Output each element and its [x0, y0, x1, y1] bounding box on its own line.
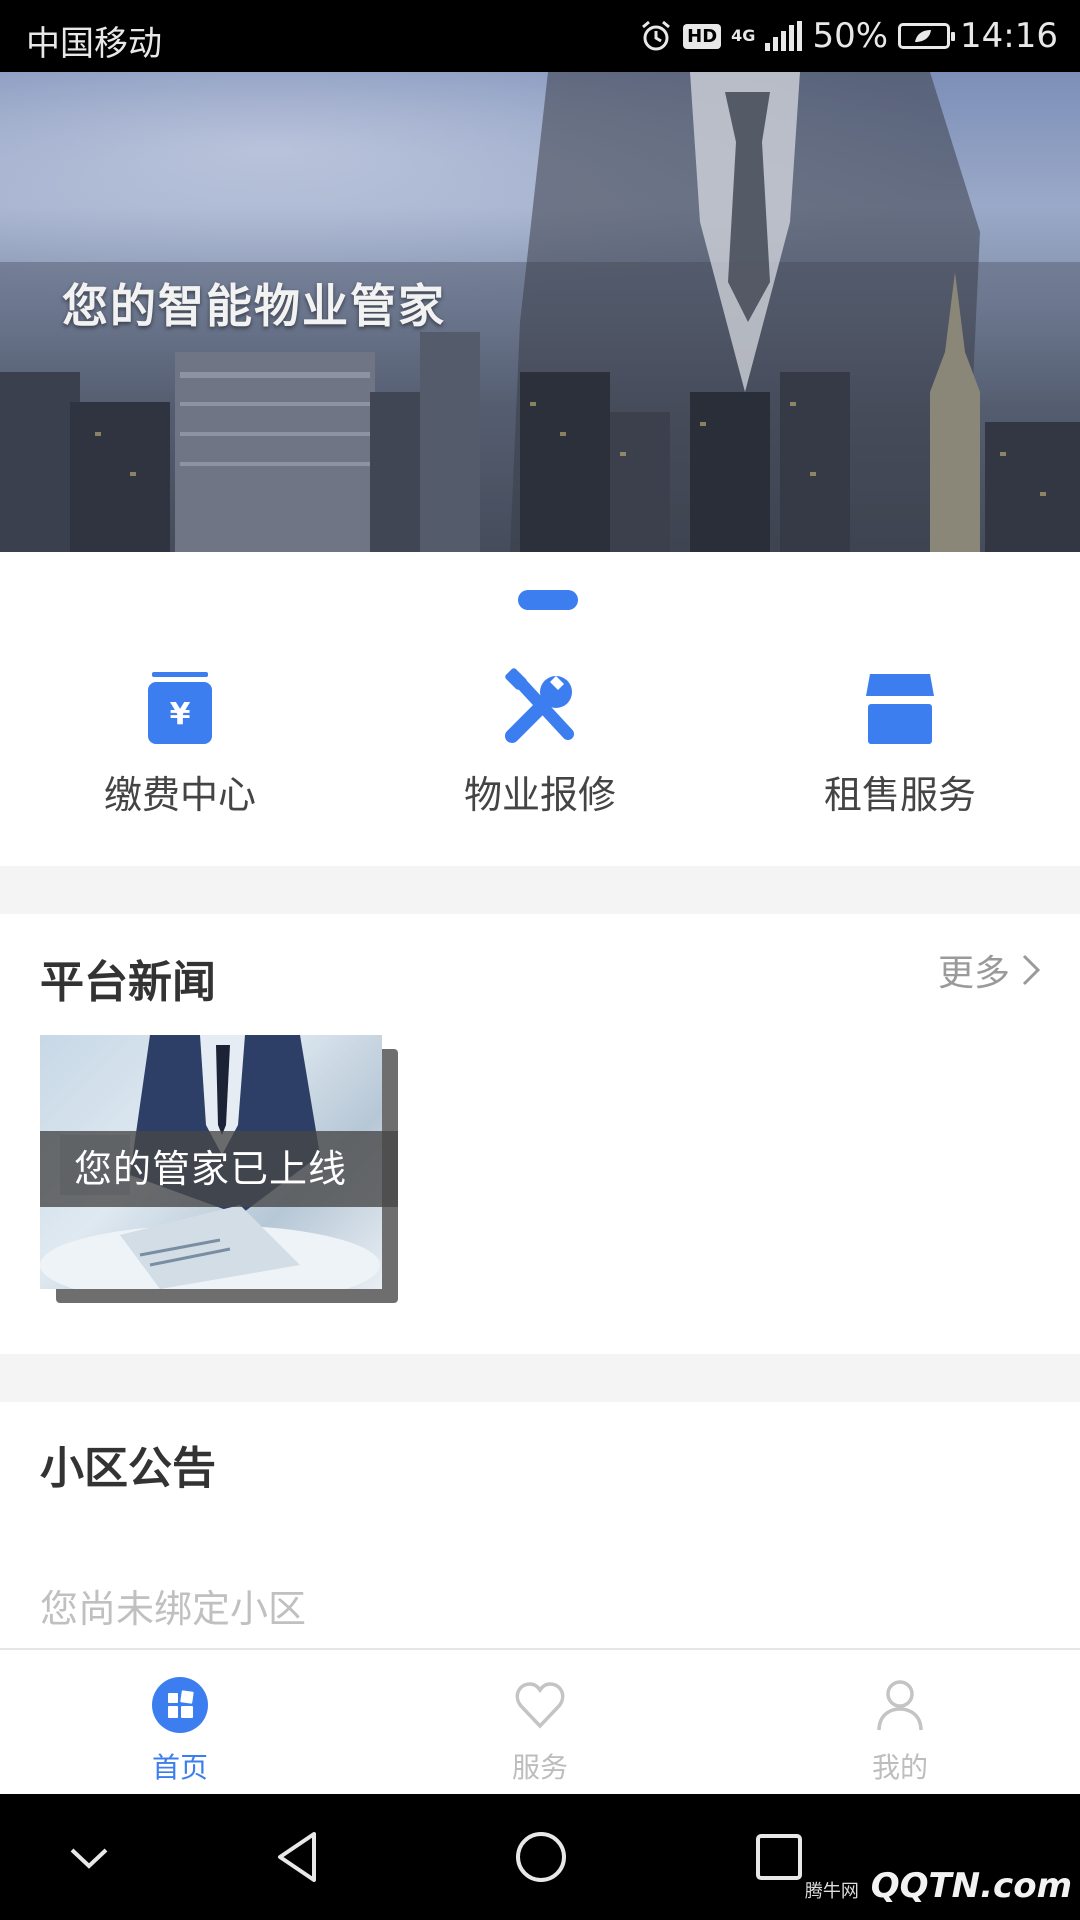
tab-label: 我的: [871, 1751, 928, 1784]
repair-tools-icon: [505, 668, 574, 743]
storefront-icon: [866, 674, 934, 744]
clock: 14:16: [960, 16, 1058, 56]
news-card[interactable]: 您的管家已上线: [40, 1035, 398, 1303]
quick-entry-grid: ¥ 缴费中心 物业报修 租售服务: [0, 660, 1080, 840]
section-divider: [0, 1354, 1080, 1402]
notice-section-title: 小区公告: [40, 1443, 216, 1494]
quick-entry-repair[interactable]: 物业报修: [360, 660, 720, 840]
battery-icon: [898, 23, 956, 49]
news-section-title: 平台新闻: [40, 957, 216, 1008]
status-icons: HD 4G 50% 14:16: [639, 12, 1058, 60]
person-icon: [877, 1680, 923, 1731]
tab-label: 首页: [151, 1751, 208, 1784]
battery-percent: 50%: [812, 16, 889, 56]
carrier-name: 中国移动: [26, 24, 162, 64]
bottom-tab-bar: 首页 服务 我的: [0, 1648, 1080, 1794]
tab-mine[interactable]: 我的: [720, 1650, 1080, 1796]
watermark-sub: 腾牛网: [804, 1881, 859, 1902]
news-caption: 您的管家已上线: [40, 1131, 398, 1207]
section-divider: [0, 866, 1080, 914]
quick-entry-payment[interactable]: ¥ 缴费中心: [0, 660, 360, 840]
signal-icon: [765, 21, 803, 51]
quick-entry-label: 租售服务: [823, 773, 976, 817]
quick-entry-label: 缴费中心: [103, 773, 256, 817]
home-grid-icon: [152, 1677, 208, 1733]
carousel-page-indicator: [518, 590, 578, 610]
quick-entry-label: 物业报修: [463, 773, 616, 817]
chevron-right-icon: [1022, 954, 1041, 986]
notice-empty-text: 您尚未绑定小区: [40, 1587, 307, 1631]
status-bar: 中国移动 HD 4G 50% 14:16: [0, 0, 1080, 72]
hd-badge: HD: [683, 23, 722, 49]
svg-text:¥: ¥: [170, 697, 191, 732]
more-label: 更多: [937, 953, 1010, 994]
banner-title: 您的智能物业管家: [62, 279, 446, 333]
watermark-text: QQTN.com: [870, 1866, 1072, 1906]
home-circle-icon[interactable]: [508, 1824, 574, 1890]
network-type: 4G: [731, 26, 756, 45]
chevron-down-icon[interactable]: [56, 1824, 122, 1890]
tab-home[interactable]: 首页: [0, 1650, 360, 1796]
tab-label: 服务: [511, 1751, 568, 1784]
back-triangle-icon[interactable]: [266, 1824, 332, 1890]
heart-icon: [515, 1682, 565, 1729]
news-more-link[interactable]: 更多: [938, 944, 1042, 996]
banner-carousel[interactable]: 您的智能物业管家: [0, 72, 1080, 552]
tab-service[interactable]: 服务: [360, 1650, 720, 1796]
payment-icon: ¥: [148, 672, 212, 744]
recents-square-icon[interactable]: [746, 1824, 812, 1890]
alarm-icon: [642, 20, 671, 51]
quick-entry-rental[interactable]: 租售服务: [720, 660, 1080, 840]
watermark: 腾牛网 QQTN.com: [805, 1866, 1072, 1906]
